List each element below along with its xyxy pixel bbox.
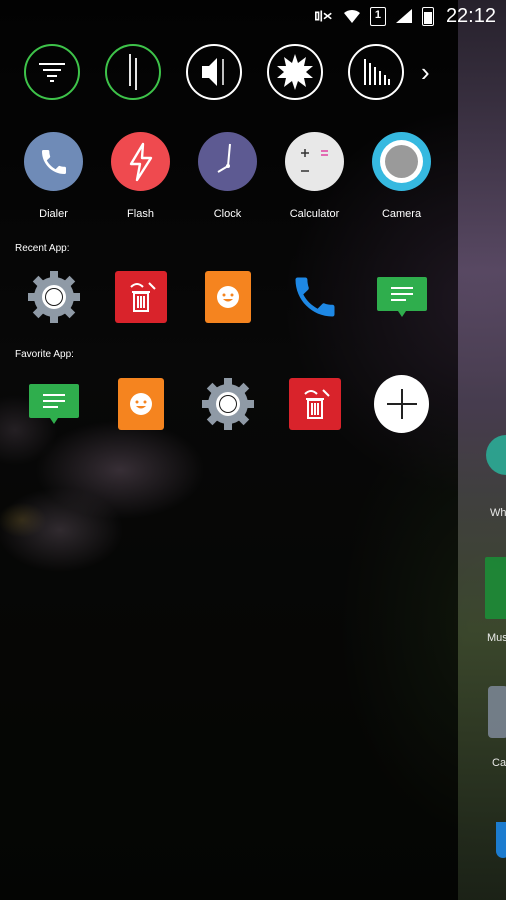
settings-icon	[201, 377, 254, 430]
equalizer-toggle[interactable]	[348, 44, 404, 100]
quick-toggles: ›	[24, 44, 430, 100]
whatsapp-icon[interactable]	[486, 435, 506, 475]
flash-label: Flash	[127, 208, 154, 220]
flash-icon	[111, 132, 170, 191]
calculator-icon	[285, 132, 344, 191]
quick-app-camera[interactable]: Camera	[372, 132, 431, 220]
edge-app-label-calculator: Cal	[492, 757, 506, 769]
recent-apps-row	[26, 269, 429, 324]
sim-icon: 1	[369, 6, 386, 26]
mute-vibrate-icon	[314, 7, 334, 25]
add-icon	[374, 374, 429, 433]
flashlight-icon	[129, 54, 137, 90]
flashlight-toggle[interactable]	[105, 44, 161, 100]
messages-icon	[28, 383, 79, 424]
clock-icon	[198, 132, 257, 191]
messages-icon	[376, 276, 427, 317]
filter-icon	[39, 63, 65, 82]
favorite-apps-label: Favorite App:	[15, 349, 74, 360]
calculator-label: Calculator	[289, 208, 340, 220]
recent-app-messages[interactable]	[374, 269, 429, 324]
equalizer-icon	[364, 59, 390, 85]
contacts-icon	[204, 270, 251, 323]
phone-icon	[295, 277, 334, 316]
uninstaller-icon	[114, 270, 167, 323]
favorite-app-uninstaller[interactable]	[287, 376, 342, 431]
favorite-app-settings[interactable]	[200, 376, 255, 431]
home-screen-edge: Wh Mus Cal	[458, 0, 506, 900]
camera-icon	[372, 132, 431, 191]
muslim-app-icon[interactable]	[485, 557, 506, 619]
wifi-icon	[342, 7, 362, 25]
signal-icon	[394, 7, 414, 25]
dialer-label: Dialer	[39, 208, 68, 220]
edge-app-label-muslim: Mus	[487, 632, 506, 644]
contacts-icon	[117, 377, 164, 430]
camera-label: Camera	[381, 208, 422, 220]
edge-app-icon[interactable]	[496, 822, 506, 858]
quick-app-calculator[interactable]: Calculator	[285, 132, 344, 220]
favorite-apps-row	[26, 374, 429, 433]
quick-app-clock[interactable]: Clock	[198, 132, 257, 220]
brightness-toggle[interactable]	[267, 44, 323, 100]
brightness-icon	[277, 54, 313, 90]
quick-app-flash[interactable]: Flash	[111, 132, 170, 220]
recent-app-phone[interactable]	[287, 269, 342, 324]
status-bar: 1 22:12	[0, 0, 506, 32]
quick-app-dialer[interactable]: Dialer	[24, 132, 83, 220]
settings-icon	[27, 270, 80, 323]
recent-app-uninstaller[interactable]	[113, 269, 168, 324]
recent-apps-label: Recent App:	[15, 243, 70, 254]
dialer-icon	[24, 132, 83, 191]
favorite-app-contacts[interactable]	[113, 376, 168, 431]
edge-app-label-whatsapp: Wh	[490, 507, 506, 519]
clock-label: Clock	[213, 208, 242, 220]
favorite-app-messages[interactable]	[26, 376, 81, 431]
chevron-right-icon[interactable]: ›	[421, 57, 430, 88]
volume-toggle[interactable]	[186, 44, 242, 100]
recent-app-contacts[interactable]	[200, 269, 255, 324]
uninstaller-icon	[288, 377, 341, 430]
quick-apps: Dialer Flash Clock Calculator Camera	[24, 132, 431, 220]
add-favorite-button[interactable]	[374, 374, 429, 433]
calculator-edge-icon[interactable]	[488, 686, 506, 738]
clock-time: 22:12	[445, 4, 496, 27]
filter-toggle[interactable]	[24, 44, 80, 100]
recent-app-settings[interactable]	[26, 269, 81, 324]
battery-icon	[421, 6, 434, 26]
volume-icon	[202, 58, 224, 86]
